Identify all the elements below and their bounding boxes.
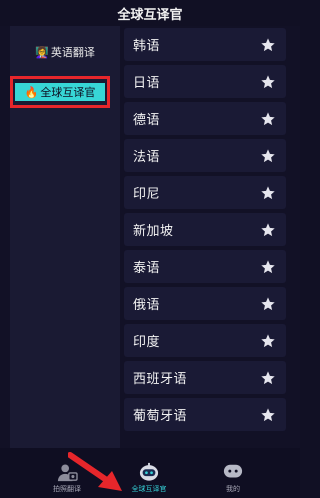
language-row[interactable]: 韩语 [124,28,286,61]
star-icon[interactable] [260,185,276,201]
star-icon[interactable] [260,259,276,275]
bottom-tab-bar: 拍照翻译 全球互译官 我的 [0,448,300,498]
language-row[interactable]: 新加坡 [124,213,286,246]
star-icon[interactable] [260,370,276,386]
tab-label: 我的 [226,485,240,493]
star-icon[interactable] [260,407,276,423]
star-icon[interactable] [260,148,276,164]
annotation-highlight-box: 🔥 全球互译官 [10,76,110,108]
language-row[interactable]: 德语 [124,102,286,135]
language-row[interactable]: 泰语 [124,250,286,283]
language-list: 韩语 日语 德语 法语 印尼 新加坡 泰语 俄语 印度 西班牙语 葡萄牙语 [124,26,288,448]
language-row[interactable]: 葡萄牙语 [124,398,286,431]
language-name: 俄语 [133,298,161,313]
language-name: 法语 [133,150,161,165]
profile-icon [223,464,243,478]
language-row[interactable]: 印尼 [124,176,286,209]
language-name: 印尼 [133,187,161,202]
tab-label: 全球互译官 [131,485,167,493]
language-row[interactable]: 西班牙语 [124,361,286,394]
language-name: 德语 [133,113,161,128]
sidebar-item-label: 英语翻译 [50,46,95,59]
star-icon[interactable] [260,37,276,53]
star-icon[interactable] [260,296,276,312]
teacher-emoji-icon: 👩‍🏫 [35,45,49,59]
language-name: 新加坡 [133,224,174,239]
page-title: 全球互译官 [117,7,183,23]
sidebar-item-english-translation[interactable]: 👩‍🏫 英语翻译 [10,39,120,65]
star-icon[interactable] [260,222,276,238]
sidebar-item-label: 全球互译官 [40,86,96,99]
language-name: 日语 [133,76,161,91]
language-name: 葡萄牙语 [133,409,188,424]
language-name: 韩语 [133,39,161,54]
language-name: 印度 [133,335,161,350]
annotation-arrow-icon [68,452,122,491]
fire-emoji-icon: 🔥 [24,85,39,99]
language-name: 泰语 [133,261,161,276]
star-icon[interactable] [260,333,276,349]
language-row[interactable]: 俄语 [124,287,286,320]
language-name: 西班牙语 [133,372,188,387]
language-row[interactable]: 印度 [124,324,286,357]
star-icon[interactable] [260,111,276,127]
robot-icon [139,462,159,481]
language-row[interactable]: 法语 [124,139,286,172]
sidebar-item-global-translator[interactable]: 🔥 全球互译官 [15,83,105,101]
star-icon[interactable] [260,74,276,90]
tab-profile[interactable]: 我的 [183,448,283,498]
language-row[interactable]: 日语 [124,65,286,98]
